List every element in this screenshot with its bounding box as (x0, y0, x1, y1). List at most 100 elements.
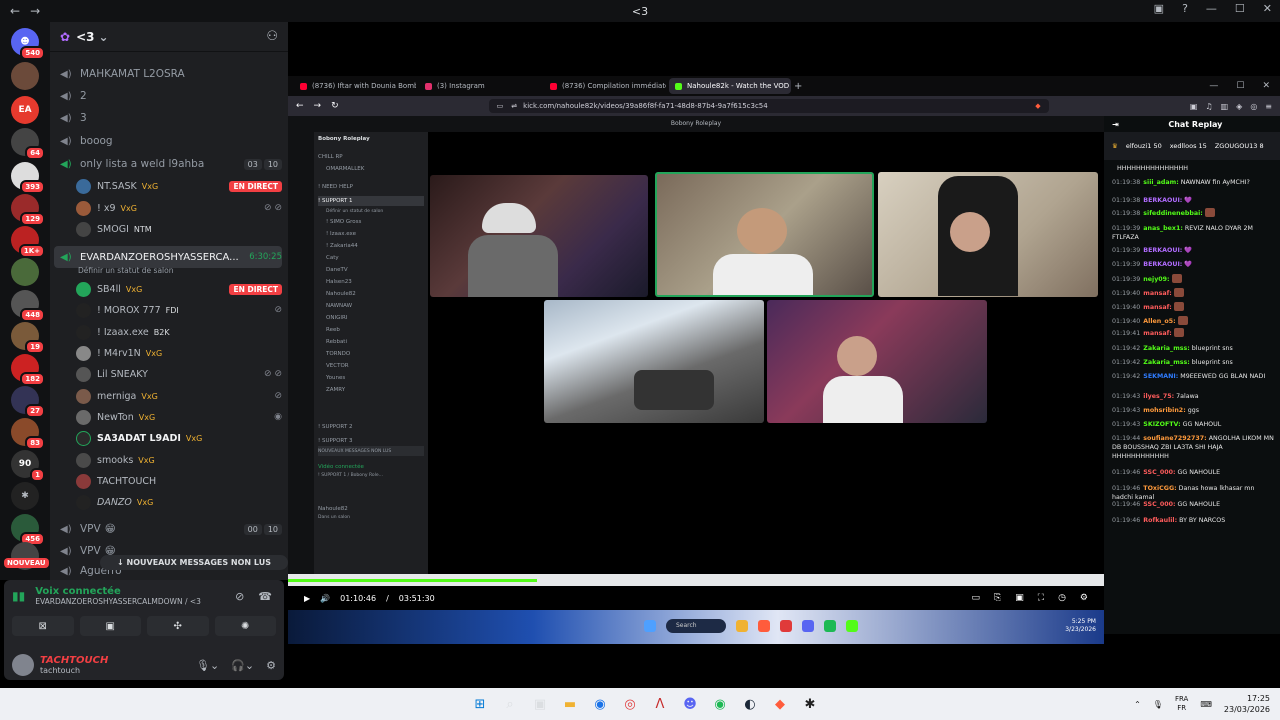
minimize-button[interactable]: — (1206, 2, 1217, 15)
chat-username[interactable]: BERKAOUI: (1143, 261, 1182, 268)
wallet-icon[interactable]: ◈ (1236, 102, 1242, 111)
close-button[interactable]: ✕ (1263, 2, 1272, 15)
chat-username[interactable]: TOxiCGG: (1143, 485, 1176, 492)
chat-username[interactable]: mansaf: (1143, 304, 1172, 311)
video-player[interactable]: Bobony Roleplay Bobony Roleplay CHILL RP… (288, 116, 1104, 644)
file-explorer-icon[interactable]: ▬ (560, 694, 580, 714)
microphone-icon[interactable]: 🎙⌄ (196, 659, 219, 672)
user-avatar[interactable] (12, 654, 34, 676)
app-icon[interactable]: ✱ (800, 694, 820, 714)
voice-channel-path[interactable]: EVARDANZOEROSHYASSERCALMDOWN / <3 (35, 597, 201, 606)
clip-icon[interactable]: ⎘ (994, 593, 1001, 603)
soundboard-button[interactable]: ✺ (214, 616, 276, 636)
server-icon[interactable]: 456 (11, 514, 45, 546)
server-icon[interactable]: 27 (11, 386, 45, 418)
voice-member[interactable]: ! Izaax.exe B2K (76, 322, 282, 342)
system-clock[interactable]: 17:25 23/03/2026 (1224, 693, 1270, 715)
voice-channel[interactable]: ◀) MAHKAMAT L2OSRA (54, 64, 282, 84)
steam-icon[interactable]: ◐ (740, 694, 760, 714)
server-icon[interactable]: 64 (11, 128, 45, 160)
browser-tab-active[interactable]: Nahoule82k - Watch the VOD on K✕ (669, 78, 791, 94)
chat-username[interactable]: BERKAOUI: (1143, 197, 1182, 204)
menu-icon[interactable]: ≡ (1265, 102, 1272, 111)
ea-server-icon[interactable]: EA (11, 96, 39, 124)
browser-tab[interactable]: (8736) Iftar with Dounia Bomba ✨ - (294, 78, 416, 94)
new-badge[interactable]: NOUVEAU (4, 558, 49, 568)
collapse-chat-icon[interactable]: ⇥ (1112, 120, 1119, 129)
server-icon[interactable]: 19 (11, 322, 45, 354)
settings-gear-icon[interactable]: ⚙ (266, 659, 276, 672)
search-icon[interactable]: ⌕ (500, 694, 520, 714)
chat-username[interactable]: SSC_000: (1143, 469, 1175, 476)
voice-member[interactable]: TACHTOUCH (76, 471, 282, 491)
maximize-button[interactable]: ☐ (1236, 81, 1244, 91)
server-icon[interactable]: 83 (11, 418, 45, 450)
voice-channel[interactable]: ◀) VPV 😁 00 10 (54, 519, 282, 539)
browser-tab[interactable]: (3) Instagram (419, 78, 541, 94)
voice-member[interactable]: SB4ll VxG EN DIRECT (76, 279, 282, 299)
chat-username[interactable]: siii_adam: (1143, 179, 1178, 186)
forward-arrow-icon[interactable]: → (30, 4, 40, 18)
noise-suppression-icon[interactable]: ⊘ (235, 590, 244, 603)
server-icon[interactable]: 129 (11, 194, 45, 226)
voice-member[interactable]: smooks VxG (76, 450, 282, 470)
chat-username[interactable]: soufiane7292737: (1143, 435, 1206, 442)
network-icon[interactable]: ⌨ (1200, 700, 1212, 709)
disconnect-icon[interactable]: ☎ (258, 590, 272, 603)
voice-member[interactable]: NT.SASK VxG EN DIRECT (76, 176, 282, 196)
sidebar-icon[interactable]: ▥ (1221, 102, 1229, 111)
voice-member[interactable]: SA3ADAT L9ADI VxG (76, 428, 282, 448)
server-icon[interactable] (11, 258, 39, 286)
fullscreen-icon[interactable]: ⛶ (1038, 593, 1044, 603)
volume-icon[interactable]: 🔊 (320, 594, 330, 603)
user-display-name[interactable]: TACHTOUCH (40, 655, 108, 666)
voice-channel[interactable]: ◀) only lista a weld l9ahba 03 10 (54, 154, 282, 174)
discord-home-icon[interactable]: ☻ 540 (11, 28, 45, 60)
voice-member[interactable]: merniga VxG ⊘ (76, 386, 282, 406)
voice-channel[interactable]: ◀) 3 (54, 108, 282, 128)
back-icon[interactable]: ← (296, 101, 304, 111)
server-icon[interactable]: 1K+ (11, 226, 45, 258)
url-bar[interactable]: ▭ ⇌ kick.com/nahoule82k/videos/39a86f8f-… (488, 99, 1049, 113)
voice-member[interactable]: SMOGI NTM (76, 219, 282, 239)
new-messages-pill[interactable]: ↓ NOUVEAUX MESSAGES NON LUS (100, 555, 288, 570)
voice-member[interactable]: ! MOROX 777 FDI ⊘ (76, 300, 282, 320)
voice-member[interactable]: Lil SNEAKY ⊘ ⊘ (76, 364, 282, 384)
chat-username[interactable]: sifeddinenebbai: (1143, 210, 1203, 217)
server-icon[interactable]: 182 (11, 354, 45, 386)
server-icon[interactable]: 90 1 (11, 450, 45, 482)
adobe-icon[interactable]: Λ (650, 694, 670, 714)
voice-status[interactable]: Voix connectée (35, 586, 201, 597)
chrome-icon[interactable]: ◉ (590, 694, 610, 714)
chat-username[interactable]: Zakaria_mss: (1143, 359, 1190, 366)
back-arrow-icon[interactable]: ← (10, 4, 20, 18)
reload-icon[interactable]: ↻ (331, 101, 339, 111)
voice-channel[interactable]: ◀) 2 (54, 86, 282, 106)
task-view-icon[interactable]: ▣ (530, 694, 550, 714)
language-indicator[interactable]: FRA FR (1175, 695, 1188, 713)
chat-username[interactable]: SEKMANI: (1143, 373, 1178, 380)
headphones-icon[interactable]: 🎧⌄ (231, 659, 254, 672)
voice-member[interactable]: ! M4rv1N VxG (76, 343, 282, 363)
play-icon[interactable]: ▶ (304, 594, 310, 603)
voice-member[interactable]: ! x9 VxG ⊘ ⊘ (76, 198, 282, 218)
brave-icon[interactable]: ◆ (770, 694, 790, 714)
brave-shield-icon[interactable]: ◆ (1035, 102, 1040, 110)
speed-icon[interactable]: ◷ (1058, 593, 1066, 603)
chat-username[interactable]: mansaf: (1143, 330, 1172, 337)
add-member-icon[interactable]: ⚇ (266, 29, 278, 44)
chat-username[interactable]: SSC_000: (1143, 501, 1175, 508)
new-tab-icon[interactable]: + (794, 81, 802, 92)
spotify-icon[interactable]: ◉ (710, 694, 730, 714)
forward-icon[interactable]: → (314, 101, 322, 111)
miniplayer-icon[interactable]: ▣ (1015, 593, 1024, 603)
extensions-icon[interactable]: ▣ (1190, 102, 1198, 111)
vpn-icon[interactable]: ◎ (1250, 102, 1257, 111)
voice-member[interactable]: NewTon VxG ◉ (76, 407, 282, 427)
discord-icon[interactable]: ☻ (680, 694, 700, 714)
microphone-icon[interactable]: 🎙 (1153, 700, 1163, 709)
channel-status[interactable]: Définir un statut de salon (78, 266, 173, 275)
server-icon[interactable]: ✱ (11, 482, 39, 510)
chat-username[interactable]: Rofkaulil: (1143, 517, 1177, 524)
server-icon[interactable]: 393 (11, 162, 45, 194)
